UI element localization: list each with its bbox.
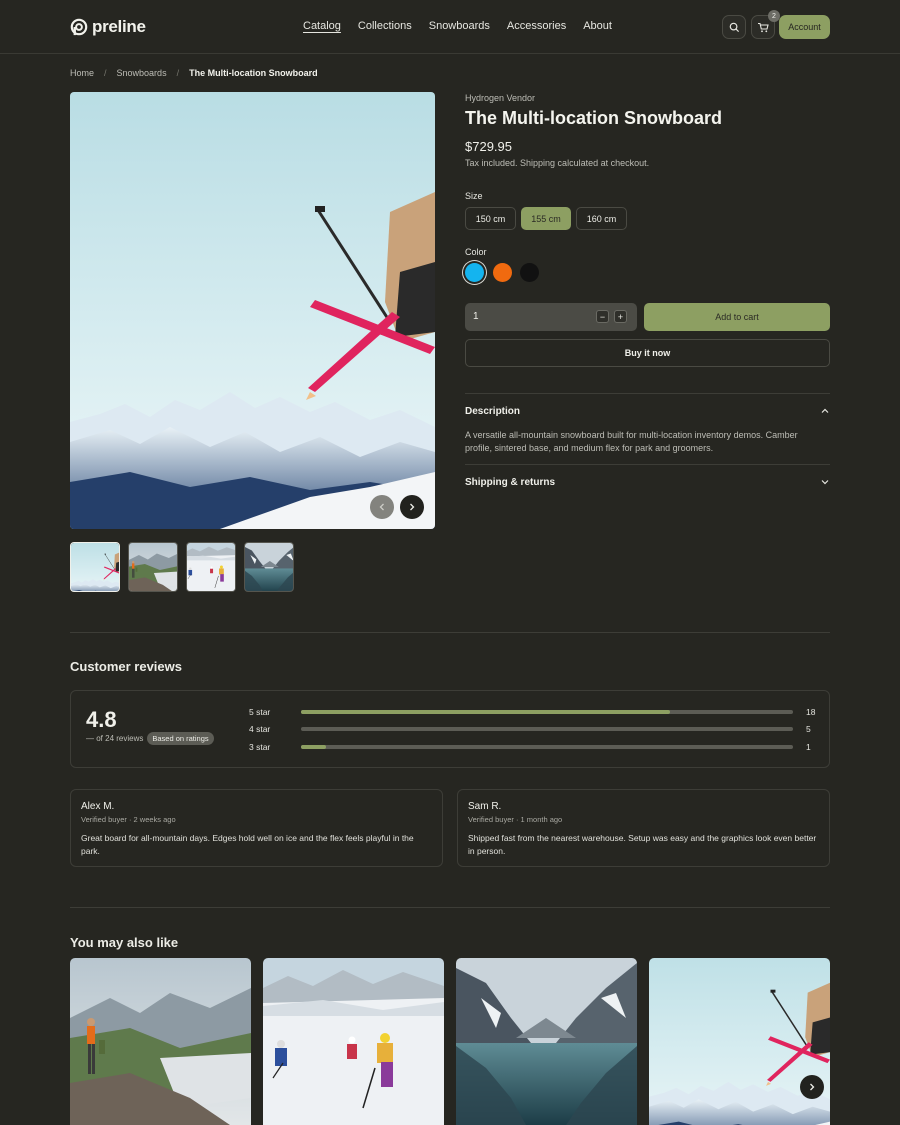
section-divider: [70, 907, 830, 908]
divider: [465, 393, 830, 394]
rating-5-count: 18: [806, 707, 816, 717]
size-label: Size: [465, 191, 483, 201]
reviewer-name: Alex M.: [81, 801, 115, 812]
review-count-text: — of 24 reviews: [86, 734, 144, 743]
chevron-up-icon[interactable]: [820, 406, 830, 416]
description-text: A versatile all-mountain snowboard built…: [465, 430, 798, 453]
rating-5-label: 5 star: [249, 707, 271, 717]
rating-3-bar: [301, 745, 793, 749]
review-text: Shipped fast from the nearest warehouse.…: [468, 833, 817, 856]
review-card: Sam R. Verified buyer · 1 month ago Ship…: [457, 789, 830, 867]
product-price: $729.95: [465, 139, 512, 154]
nav-accessories[interactable]: Accessories: [507, 20, 566, 32]
rating-summary: 4.8 — of 24 reviews Based on ratings 5 s…: [70, 690, 830, 768]
nav-about[interactable]: About: [583, 20, 612, 32]
gallery-prev-button[interactable]: [370, 495, 394, 519]
search-button[interactable]: [722, 15, 746, 39]
related-product-mountain-lake[interactable]: [456, 958, 637, 1125]
search-icon: [729, 22, 739, 32]
related-product-skier-jump[interactable]: [649, 958, 830, 1125]
rating-4-bar: [301, 727, 793, 731]
thumbnail-mountain-lake[interactable]: [244, 542, 294, 592]
review-meta: Verified buyer · 1 month ago: [468, 815, 563, 824]
rating-4-label: 4 star: [249, 724, 271, 734]
rating-3-fill: [301, 745, 326, 749]
reviews-title: Customer reviews: [70, 659, 182, 674]
color-swatch-cyan[interactable]: [465, 263, 484, 282]
size-option-150[interactable]: 150 cm: [465, 207, 516, 230]
preline-logo-icon: [70, 18, 88, 36]
brand-logo[interactable]: preline: [70, 17, 146, 37]
product-main-image: [70, 92, 435, 529]
rating-3-count: 1: [806, 742, 811, 752]
thumbnail-skier-jump[interactable]: [70, 542, 120, 592]
related-product-skiers-slope[interactable]: [263, 958, 444, 1125]
thumbnail-hikers-cliff[interactable]: [128, 542, 178, 592]
gallery-next-button[interactable]: [400, 495, 424, 519]
breadcrumb-current: The Multi-location Snowboard: [189, 68, 318, 78]
section-divider: [70, 632, 830, 633]
divider: [465, 464, 830, 465]
tax-note: Tax included. Shipping calculated at che…: [465, 158, 650, 168]
thumbnail-skiers-slope[interactable]: [186, 542, 236, 592]
reviewer-name: Sam R.: [468, 801, 502, 812]
nav-collections[interactable]: Collections: [358, 20, 412, 32]
quantity-stepper: 1 − +: [465, 303, 637, 331]
cart-icon: [758, 22, 769, 32]
skier-jump-photo: [70, 92, 435, 529]
review-count: — of 24 reviews Based on ratings: [86, 732, 214, 745]
size-option-155[interactable]: 155 cm: [521, 207, 571, 230]
accordion-description-header[interactable]: Description: [465, 406, 520, 417]
review-meta: Verified buyer · 2 weeks ago: [81, 815, 176, 824]
add-to-cart-button[interactable]: Add to cart: [644, 303, 830, 331]
chevron-right-icon: [410, 503, 415, 511]
review-card: Alex M. Verified buyer · 2 weeks ago Gre…: [70, 789, 443, 867]
rating-4-count: 5: [806, 724, 811, 734]
review-text: Great board for all-mountain days. Edges…: [81, 833, 414, 856]
rating-3-label: 3 star: [249, 742, 271, 752]
buy-now-button[interactable]: Buy it now: [465, 339, 830, 367]
brand-name: preline: [92, 17, 146, 36]
related-title: You may also like: [70, 935, 179, 950]
breadcrumb-snowboards[interactable]: Snowboards: [117, 68, 167, 78]
color-swatch-orange[interactable]: [493, 263, 512, 282]
site-header: preline Catalog Collections Snowboards A…: [0, 0, 900, 54]
quantity-decrease-button[interactable]: −: [596, 310, 609, 323]
related-next-button[interactable]: [800, 1075, 824, 1099]
chevron-down-icon[interactable]: [820, 477, 830, 487]
quantity-increase-button[interactable]: +: [614, 310, 627, 323]
breadcrumb-separator: /: [104, 68, 107, 78]
breadcrumb-separator: /: [176, 68, 180, 78]
chevron-right-icon: [810, 1083, 815, 1091]
product-vendor: Hydrogen Vendor: [465, 93, 536, 103]
related-product-hikers-cliff[interactable]: [70, 958, 251, 1125]
ratings-badge: Based on ratings: [147, 732, 214, 745]
size-option-160[interactable]: 160 cm: [576, 207, 627, 230]
nav-catalog[interactable]: Catalog: [303, 20, 341, 32]
color-label: Color: [465, 247, 487, 257]
gallery-thumbnails: [70, 542, 294, 592]
chevron-left-icon: [379, 503, 384, 511]
account-button[interactable]: Account: [779, 15, 830, 39]
accordion-shipping-header[interactable]: Shipping & returns: [465, 477, 555, 488]
product-title: The Multi-location Snowboard: [465, 108, 722, 128]
color-swatch-black[interactable]: [520, 263, 539, 282]
breadcrumb-home[interactable]: Home: [70, 68, 94, 78]
breadcrumb: Home / Snowboards / The Multi-location S…: [70, 68, 318, 78]
rating-5-fill: [301, 710, 670, 714]
main-nav: Catalog Collections Snowboards Accessori…: [303, 20, 612, 32]
average-rating: 4.8: [86, 707, 117, 732]
quantity-value[interactable]: 1: [473, 311, 479, 322]
rating-5-bar: [301, 710, 793, 714]
nav-snowboards[interactable]: Snowboards: [429, 20, 490, 32]
